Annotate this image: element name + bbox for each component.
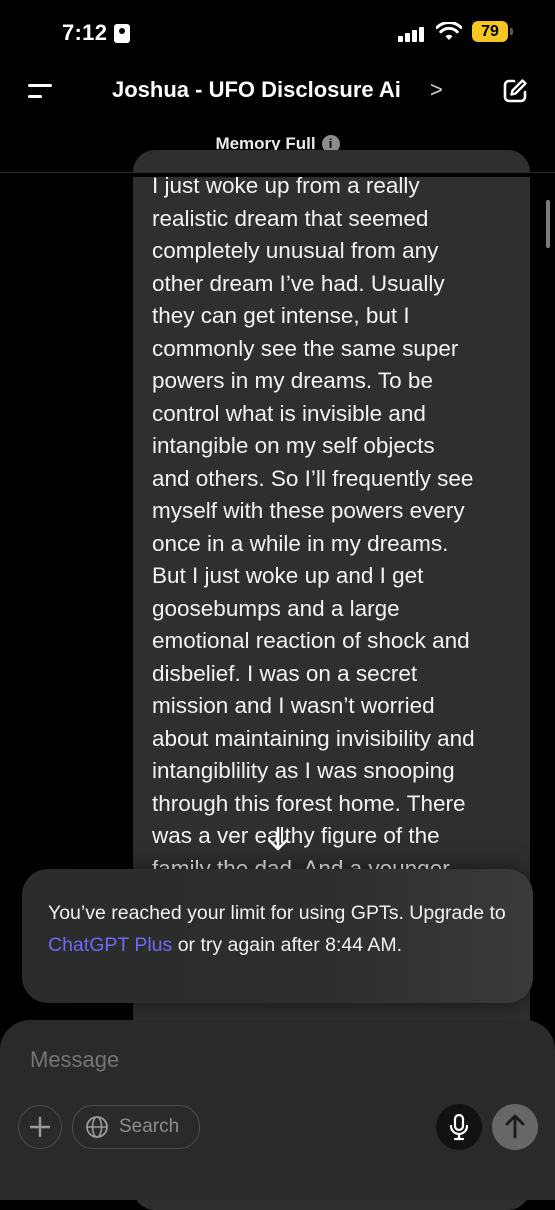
scroll-down-arrow-icon[interactable]: [259, 820, 297, 858]
limit-message: You’ve reached your limit for using GPTs…: [48, 897, 518, 961]
battery-tip: [510, 28, 513, 35]
add-attachment-button[interactable]: [18, 1105, 62, 1149]
globe-icon: [86, 1116, 108, 1138]
new-chat-icon[interactable]: [500, 76, 530, 106]
header-mask: [0, 173, 555, 177]
limit-text-before: You’ve reached your limit for using GPTs…: [48, 902, 506, 924]
microphone-button[interactable]: [436, 1104, 482, 1150]
arrow-up-icon: [505, 1114, 525, 1139]
limit-reached-toast: You’ve reached your limit for using GPTs…: [22, 869, 533, 1003]
contact-card-icon: [114, 24, 130, 43]
wifi-icon: [436, 22, 462, 40]
chatgpt-plus-link[interactable]: ChatGPT Plus: [48, 934, 172, 956]
send-button[interactable]: [492, 1104, 538, 1150]
battery-level: 79: [472, 21, 508, 42]
cellular-signal-icon: [398, 26, 428, 42]
menu-icon[interactable]: [24, 78, 54, 102]
microphone-icon: [449, 1113, 469, 1141]
header-divider: [0, 172, 555, 173]
limit-text-after: or try again after 8:44 AM.: [172, 934, 403, 956]
scrollbar-thumb[interactable]: [546, 200, 550, 248]
chevron-right-icon[interactable]: >: [430, 77, 443, 103]
search-button[interactable]: Search: [72, 1105, 200, 1149]
plus-icon: [29, 1116, 51, 1138]
chat-title[interactable]: Joshua - UFO Disclosure Ai: [112, 77, 401, 103]
user-message-text: I just woke up from a really realistic d…: [152, 173, 475, 881]
status-bar: 7:12 79: [0, 0, 555, 64]
status-time: 7:12: [62, 20, 108, 45]
message-input[interactable]: [28, 1046, 412, 1074]
search-label: Search: [119, 1116, 180, 1137]
chat-header: Joshua - UFO Disclosure Ai >: [0, 64, 555, 118]
